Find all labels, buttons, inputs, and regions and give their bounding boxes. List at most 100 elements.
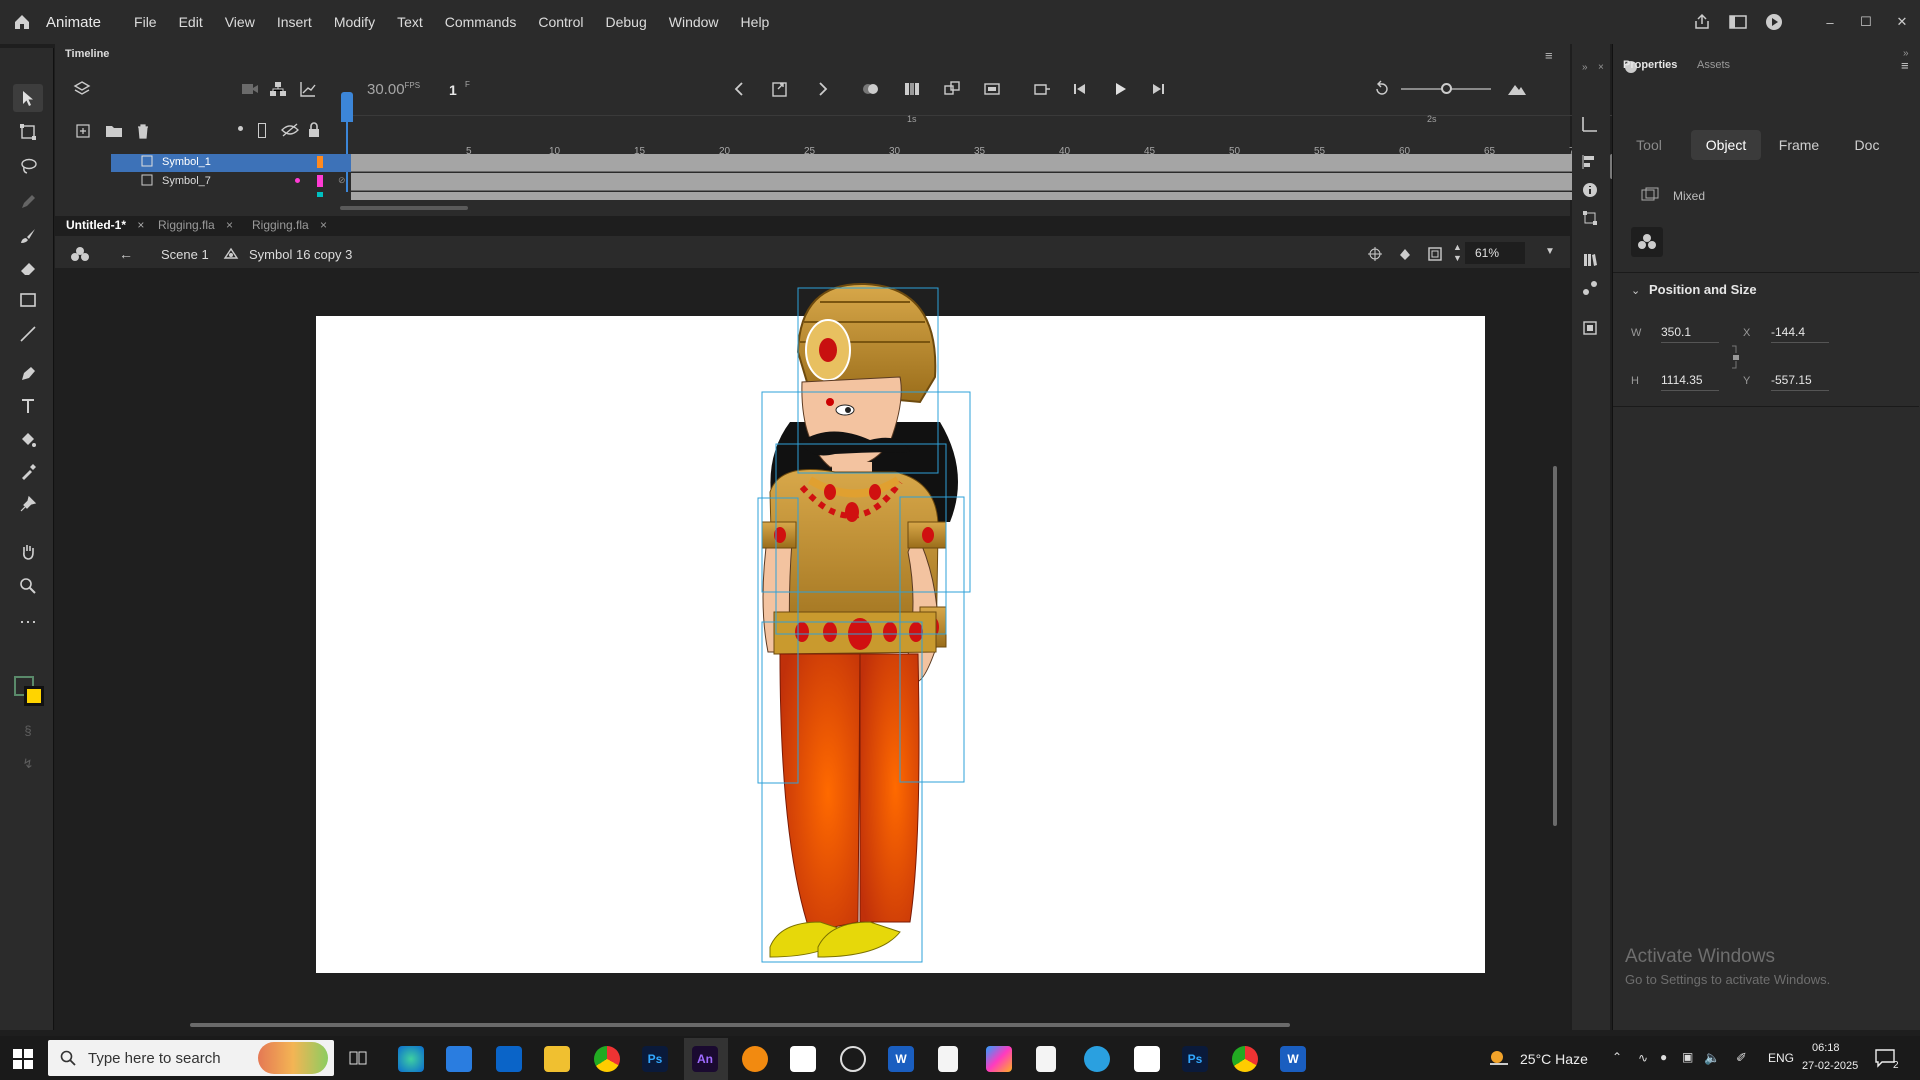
chevron-right-icon[interactable] xyxy=(815,80,831,98)
step-back-icon[interactable] xyxy=(1071,80,1089,98)
menu-view[interactable]: View xyxy=(214,14,266,30)
height-field[interactable]: 1114.35 xyxy=(1661,373,1719,391)
menu-debug[interactable]: Debug xyxy=(594,14,657,30)
loop-icon[interactable] xyxy=(1373,80,1391,98)
back-arrow-icon[interactable]: ← xyxy=(119,246,133,262)
onion-skin-icon[interactable] xyxy=(861,80,881,98)
minimize-icon[interactable]: – xyxy=(1812,12,1848,32)
timeline-zoom-slider[interactable] xyxy=(1401,83,1491,94)
zoom-stepper[interactable]: ▲ ▼ xyxy=(1453,242,1462,264)
menu-text[interactable]: Text xyxy=(386,14,434,30)
chevron-up-icon[interactable]: ⌃ xyxy=(1612,1050,1622,1064)
hide-eye-icon[interactable] xyxy=(281,123,299,137)
menu-modify[interactable]: Modify xyxy=(323,14,386,30)
chevron-left-icon[interactable] xyxy=(731,80,747,98)
capcut-icon[interactable] xyxy=(790,1046,816,1072)
language-indicator[interactable]: ENG xyxy=(1768,1051,1794,1065)
frame-span[interactable] xyxy=(351,154,1605,172)
animate-icon[interactable]: An xyxy=(692,1046,718,1072)
tab-assets[interactable]: Assets xyxy=(1697,59,1730,71)
graph-icon[interactable] xyxy=(299,80,317,98)
stroke-fill-swatch[interactable] xyxy=(14,676,48,710)
symbol-icon[interactable] xyxy=(71,246,89,262)
mic-icon[interactable]: ● xyxy=(1660,1050,1667,1064)
copilot-icon[interactable] xyxy=(986,1046,1012,1072)
taskbar-search-box[interactable]: Type here to search xyxy=(48,1040,334,1076)
doc-tab-rigging-2[interactable]: Rigging.fla xyxy=(252,218,309,232)
clip-stage-icon[interactable] xyxy=(1427,246,1443,262)
smooth-icon[interactable]: ↯ xyxy=(13,750,43,778)
panel-menu-icon[interactable]: ≡ xyxy=(1545,48,1553,63)
clock-date[interactable]: 27-02-2025 xyxy=(1802,1060,1858,1072)
close-icon[interactable]: ✕ xyxy=(1884,12,1920,32)
frame-span[interactable] xyxy=(351,192,1605,200)
camera-icon[interactable] xyxy=(241,82,259,96)
selection-tool-icon[interactable] xyxy=(13,84,43,112)
paint-bucket-tool-icon[interactable] xyxy=(13,426,43,454)
chrome-icon[interactable] xyxy=(594,1046,620,1072)
lock-icon[interactable] xyxy=(307,122,321,138)
stage-vscrollbar[interactable] xyxy=(1553,466,1557,826)
zoom-input[interactable]: 61% xyxy=(1465,242,1525,264)
layer-highlight-dot[interactable] xyxy=(295,178,300,183)
share-icon[interactable] xyxy=(1684,12,1720,32)
chevron-down-icon[interactable]: ⌄ xyxy=(1631,284,1640,297)
play-icon[interactable] xyxy=(1111,80,1129,98)
task-view-icon[interactable] xyxy=(348,1048,368,1068)
frame-number[interactable]: 1 xyxy=(449,82,457,98)
shape-tween-icon[interactable] xyxy=(983,80,1001,98)
transform-panel-icon[interactable] xyxy=(1582,210,1598,226)
subtab-doc[interactable]: Doc xyxy=(1835,130,1899,160)
more-tools-icon[interactable]: ⋯ xyxy=(13,608,43,636)
menu-window[interactable]: Window xyxy=(658,14,730,30)
zoom-dropdown-icon[interactable]: ▼ xyxy=(1545,246,1555,257)
lock-ratio-icon[interactable] xyxy=(1731,344,1741,370)
file-explorer-icon[interactable] xyxy=(544,1046,570,1072)
motion-presets-icon[interactable] xyxy=(1582,280,1598,296)
width-field[interactable]: 350.1 xyxy=(1661,325,1719,343)
rectangle-tool-icon[interactable] xyxy=(13,286,43,314)
close-tab-icon[interactable]: × xyxy=(320,218,327,232)
outline-toggle-icon[interactable] xyxy=(258,123,266,138)
pen-icon[interactable]: ✐ xyxy=(1736,1050,1747,1066)
line-tool-icon[interactable] xyxy=(13,320,43,348)
align-panel-icon[interactable] xyxy=(1582,154,1598,170)
symbol-breadcrumb[interactable]: Symbol 16 copy 3 xyxy=(249,247,352,262)
eyedropper-tool-icon[interactable] xyxy=(13,458,43,486)
outlook-icon[interactable] xyxy=(496,1046,522,1072)
hide-eye-icon[interactable]: ⊘ xyxy=(338,175,346,186)
components-icon[interactable] xyxy=(1582,320,1598,336)
telegram-icon[interactable] xyxy=(1084,1046,1110,1072)
word-icon[interactable]: W xyxy=(1280,1046,1306,1072)
zoom-tool-icon[interactable] xyxy=(13,572,43,600)
blender-icon[interactable] xyxy=(742,1046,768,1072)
panel-menu-icon[interactable]: ≡ xyxy=(1901,58,1909,73)
parenting-icon[interactable] xyxy=(269,80,287,98)
layer-color-swatch[interactable] xyxy=(317,156,323,168)
center-stage-icon[interactable] xyxy=(1367,246,1383,262)
subtab-frame[interactable]: Frame xyxy=(1767,130,1831,160)
classic-tween-icon[interactable] xyxy=(943,80,961,98)
photoshop-icon[interactable]: Ps xyxy=(1182,1046,1208,1072)
layer-name[interactable]: Symbol_1 xyxy=(162,156,211,168)
pen-tool-icon[interactable] xyxy=(13,360,43,388)
insert-keyframe-icon[interactable] xyxy=(1033,80,1051,98)
step-forward-icon[interactable] xyxy=(1149,80,1167,98)
edge-icon[interactable] xyxy=(398,1046,424,1072)
layer-name[interactable]: Symbol_7 xyxy=(162,175,211,187)
layers-icon[interactable] xyxy=(73,80,91,98)
x-field[interactable]: -144.4 xyxy=(1771,325,1829,343)
store-icon[interactable] xyxy=(446,1046,472,1072)
section-title[interactable]: Position and Size xyxy=(1649,282,1757,297)
clock-time[interactable]: 06:18 xyxy=(1812,1042,1840,1054)
menu-edit[interactable]: Edit xyxy=(168,14,214,30)
text-tool-icon[interactable] xyxy=(13,392,43,420)
windows-start-icon[interactable] xyxy=(12,1048,34,1070)
brush-tool-icon[interactable] xyxy=(13,222,43,250)
menu-file[interactable]: File xyxy=(123,14,168,30)
camera-icon[interactable]: ▣ xyxy=(1682,1050,1693,1064)
playhead[interactable] xyxy=(341,92,353,122)
doc-tab-untitled[interactable]: Untitled-1* xyxy=(66,218,126,232)
menu-commands[interactable]: Commands xyxy=(434,14,528,30)
subtab-object[interactable]: Object xyxy=(1691,130,1761,160)
